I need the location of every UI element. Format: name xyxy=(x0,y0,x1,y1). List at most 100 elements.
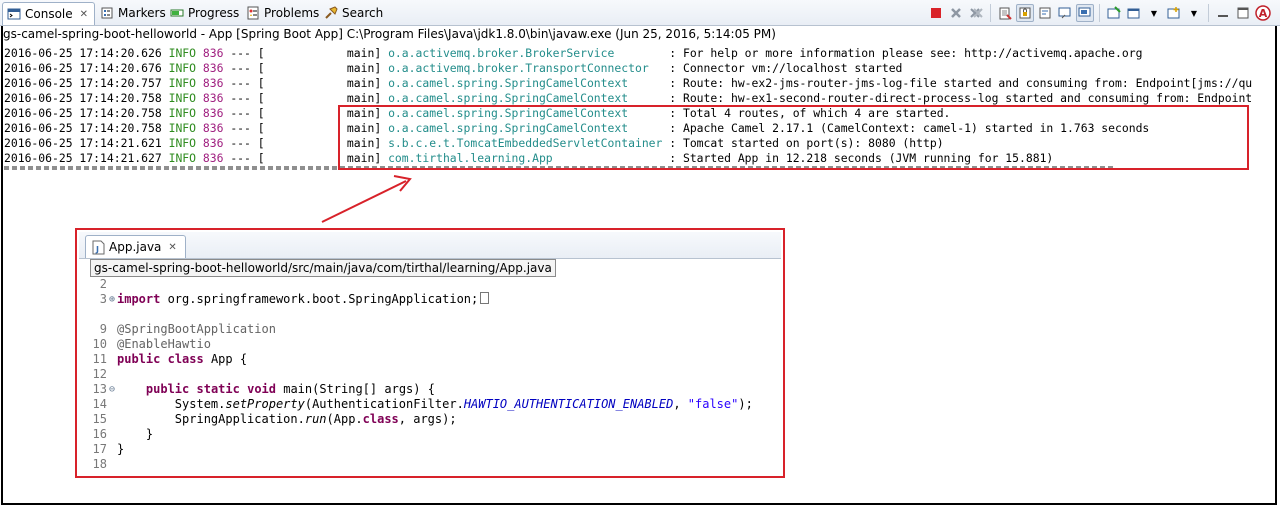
minimize-icon xyxy=(1218,15,1228,17)
console-thread: main] xyxy=(271,61,389,75)
open-console-dropdown[interactable]: ▼ xyxy=(1185,4,1203,22)
console-ts: 2016-06-25 17:14:20.757 xyxy=(4,76,169,90)
console-lvl: INFO xyxy=(168,136,203,150)
close-icon[interactable]: ✕ xyxy=(80,9,88,20)
console-ts: 2016-06-25 17:14:20.758 xyxy=(4,106,169,120)
tab-label: Progress xyxy=(188,6,240,20)
pin-console-button[interactable] xyxy=(1105,4,1123,22)
terminate-icon xyxy=(931,8,941,18)
console-ts: 2016-06-25 17:14:20.758 xyxy=(4,91,169,105)
markers-icon xyxy=(101,7,113,19)
console-line: 2016-06-25 17:14:20.758 INFO 836 --- [ m… xyxy=(4,91,1274,106)
console-ts: 2016-06-25 17:14:20.758 xyxy=(4,121,169,135)
tab-console[interactable]: Console ✕ xyxy=(2,2,96,25)
remove-all-terminated-button[interactable] xyxy=(967,4,985,22)
console-pid: 836 xyxy=(202,46,231,60)
console-msg: : Route: hw-ex2-jms-router-jms-log-file … xyxy=(669,76,1253,90)
console-sep: --- [ xyxy=(230,61,272,75)
console-pid: 836 xyxy=(202,151,231,165)
console-ts: 2016-06-25 17:14:20.676 xyxy=(4,61,169,75)
console-lvl: INFO xyxy=(168,106,203,120)
console-sep: --- [ xyxy=(230,106,272,120)
console-sep: --- [ xyxy=(230,46,272,60)
console-logger: o.a.camel.spring.SpringCamelContext xyxy=(388,91,670,105)
highlight-box-console xyxy=(338,105,1249,170)
console-msg: : Connector vm://localhost started xyxy=(669,61,903,75)
view-tab-bar: Console ✕ Markers Progress Problems Sear… xyxy=(0,0,1280,26)
launch-description: gs-camel-spring-boot-helloworld - App [S… xyxy=(3,27,776,41)
pin-console-icon xyxy=(1107,6,1121,19)
console-logger: o.a.activemq.broker.TransportConnector xyxy=(388,61,670,75)
show-on-stdout-button[interactable] xyxy=(1056,4,1074,22)
console-line: 2016-06-25 17:14:20.676 INFO 836 --- [ m… xyxy=(4,61,1274,76)
console-pid: 836 xyxy=(202,136,231,150)
console-lvl: INFO xyxy=(168,121,203,135)
maximize-icon xyxy=(1237,7,1249,19)
maximize-button[interactable] xyxy=(1234,4,1252,22)
console-msg: : For help or more information please se… xyxy=(669,46,1143,60)
search-icon xyxy=(325,6,338,19)
console-sep: --- [ xyxy=(230,121,272,135)
console-thread: main] xyxy=(271,91,389,105)
tab-problems[interactable]: Problems xyxy=(246,2,319,24)
console-line: 2016-06-25 17:14:20.757 INFO 836 --- [ m… xyxy=(4,76,1274,91)
console-pid: 836 xyxy=(202,106,231,120)
console-logger: o.a.camel.spring.SpringCamelContext xyxy=(388,76,670,90)
tab-label: Problems xyxy=(264,6,320,20)
console-pid: 836 xyxy=(202,121,231,135)
minimize-button[interactable] xyxy=(1214,4,1232,22)
console-pid: 836 xyxy=(202,76,231,90)
open-console-button[interactable] xyxy=(1165,4,1183,22)
console-lvl: INFO xyxy=(168,46,203,60)
word-wrap-button[interactable] xyxy=(1036,4,1054,22)
scroll-lock-button[interactable] xyxy=(1016,4,1034,22)
chevron-down-icon: ▼ xyxy=(1190,8,1198,18)
console-pid: 836 xyxy=(202,91,231,105)
console-lvl: INFO xyxy=(168,61,203,75)
console-sep: --- [ xyxy=(230,151,272,165)
toolbar-separator xyxy=(1208,4,1209,22)
show-on-stdout-icon xyxy=(1058,7,1071,19)
clear-console-icon xyxy=(999,7,1012,20)
console-icon xyxy=(7,8,21,20)
show-on-stderr-icon xyxy=(1078,7,1091,17)
console-toolbar: ▼ ▼ A xyxy=(927,3,1272,23)
toolbar-separator xyxy=(990,4,991,22)
console-sep: --- [ xyxy=(230,76,272,90)
console-lvl: INFO xyxy=(168,91,203,105)
console-lvl: INFO xyxy=(168,76,203,90)
word-wrap-icon xyxy=(1039,7,1051,19)
tab-label: Search xyxy=(342,6,384,20)
console-ts: 2016-06-25 17:14:21.627 xyxy=(4,151,169,165)
open-console-icon xyxy=(1167,7,1180,19)
progress-icon xyxy=(170,9,184,17)
highlight-box-editor xyxy=(75,228,785,478)
console-lvl: INFO xyxy=(168,151,203,165)
console-thread: main] xyxy=(271,76,389,90)
display-selected-console-icon xyxy=(1127,8,1140,19)
display-selected-console-dropdown[interactable]: ▼ xyxy=(1145,4,1163,22)
scroll-lock-icon xyxy=(1019,7,1031,19)
console-sep: --- [ xyxy=(230,136,272,150)
display-selected-console-button[interactable] xyxy=(1125,4,1143,22)
clear-console-button[interactable] xyxy=(996,4,1014,22)
tab-markers[interactable]: Markers xyxy=(100,2,166,24)
remove-all-terminated-icon xyxy=(970,8,983,18)
console-line: 2016-06-25 17:14:20.626 INFO 836 --- [ m… xyxy=(4,46,1274,61)
remove-launch-icon xyxy=(951,8,961,18)
tab-search[interactable]: Search xyxy=(324,2,383,24)
console-logger: o.a.activemq.broker.BrokerService xyxy=(388,46,670,60)
svg-text:A: A xyxy=(1259,7,1268,20)
console-ts: 2016-06-25 17:14:20.626 xyxy=(4,46,169,60)
ant-button[interactable]: A xyxy=(1254,4,1272,22)
tab-label: Console xyxy=(25,7,73,21)
console-pid: 836 xyxy=(202,61,231,75)
console-thread: main] xyxy=(271,46,389,60)
console-msg: : Route: hw-ex1-second-router-direct-pro… xyxy=(669,91,1253,105)
tab-progress[interactable]: Progress xyxy=(170,2,239,24)
show-on-stderr-button[interactable] xyxy=(1076,4,1094,22)
remove-launch-button[interactable] xyxy=(947,4,965,22)
tab-label: Markers xyxy=(118,6,166,20)
ant-icon: A xyxy=(1255,5,1271,21)
terminate-button[interactable] xyxy=(927,4,945,22)
